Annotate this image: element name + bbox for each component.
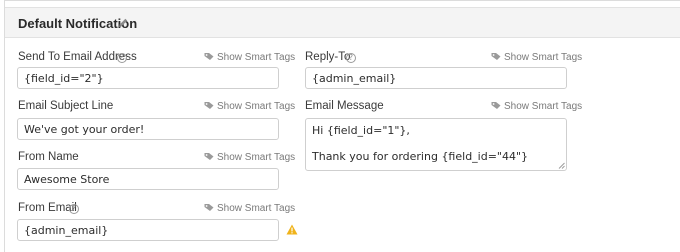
warning-icon (286, 224, 298, 235)
from-name-label: From Name (18, 151, 79, 163)
show-smart-tags-from-name[interactable]: Show Smart Tags (204, 152, 295, 163)
message-line-1: Hi {field_id="1"}, (312, 124, 410, 137)
show-smart-tags-from-email[interactable]: Show Smart Tags (204, 203, 295, 214)
smart-tags-label: Show Smart Tags (504, 52, 583, 63)
help-icon[interactable]: ? (117, 53, 127, 63)
tag-icon (204, 204, 214, 211)
show-smart-tags-reply-to[interactable]: Show Smart Tags (491, 52, 582, 63)
smart-tags-label: Show Smart Tags (217, 52, 296, 63)
tag-icon (204, 102, 214, 109)
smart-tags-label: Show Smart Tags (504, 101, 583, 112)
show-smart-tags-subject[interactable]: Show Smart Tags (204, 101, 295, 112)
from-email-label: From Email (18, 202, 77, 214)
from-name-input[interactable]: Awesome Store (17, 168, 279, 190)
resize-grip-icon[interactable] (558, 162, 565, 169)
from-email-input[interactable]: {admin_email} (17, 219, 279, 241)
smart-tags-label: Show Smart Tags (217, 152, 296, 163)
message-label: Email Message (305, 100, 384, 112)
tag-icon (204, 153, 214, 160)
subject-input[interactable]: We've got your order! (17, 118, 279, 140)
help-icon[interactable]: ? (346, 53, 356, 63)
tag-icon (491, 102, 501, 109)
tag-icon (491, 53, 501, 60)
show-smart-tags-message[interactable]: Show Smart Tags (491, 101, 582, 112)
help-icon[interactable]: ? (69, 204, 79, 214)
subject-label: Email Subject Line (18, 100, 114, 112)
notification-header: Default Notification (5, 7, 680, 38)
show-smart-tags-send-to[interactable]: Show Smart Tags (204, 52, 295, 63)
send-to-input[interactable]: {field_id="2"} (17, 67, 279, 89)
reply-to-label: Reply-To (305, 51, 351, 63)
smart-tags-label: Show Smart Tags (217, 101, 296, 112)
message-textarea[interactable]: Hi {field_id="1"}, Thank you for orderin… (305, 118, 567, 171)
tag-icon (204, 53, 214, 60)
pencil-icon[interactable] (117, 17, 129, 29)
smart-tags-label: Show Smart Tags (217, 203, 296, 214)
reply-to-input[interactable]: {admin_email} (305, 67, 567, 89)
message-line-2: Thank you for ordering {field_id="44"} (312, 150, 529, 163)
